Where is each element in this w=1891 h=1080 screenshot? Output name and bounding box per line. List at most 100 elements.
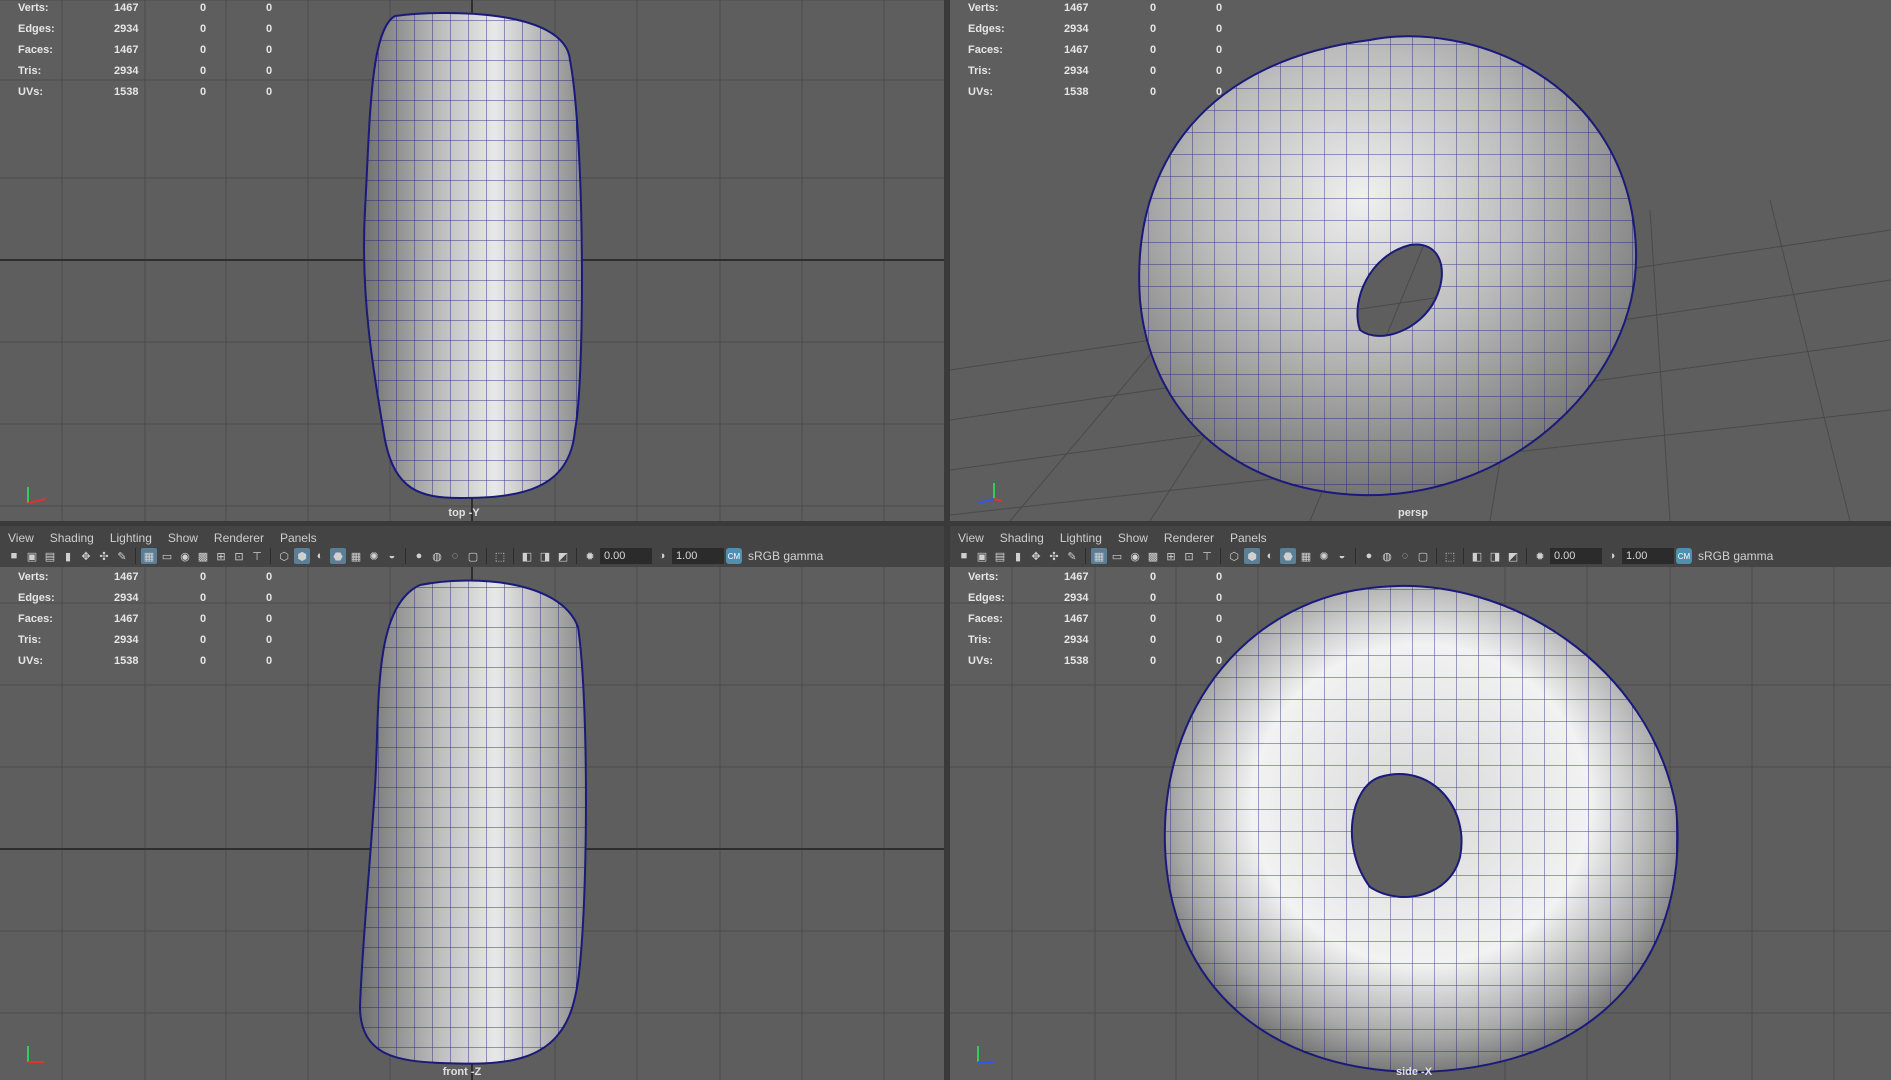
isolate-select-icon[interactable]: ⬚ xyxy=(492,548,508,564)
film-gate-icon[interactable]: ▭ xyxy=(1109,548,1125,564)
toolbar-separator xyxy=(135,548,136,564)
bookmark-camera-icon[interactable]: ▤ xyxy=(42,548,58,564)
gate-mask-icon[interactable]: ▩ xyxy=(1145,548,1161,564)
menu-panels[interactable]: Panels xyxy=(1222,531,1275,545)
xray-icon[interactable]: ◧ xyxy=(1469,548,1485,564)
lights-icon[interactable]: ✺ xyxy=(1316,548,1332,564)
film-gate-icon[interactable]: ▭ xyxy=(159,548,175,564)
motion-blur-icon[interactable]: ◍ xyxy=(1379,548,1395,564)
grease-pencil-icon[interactable]: ✎ xyxy=(1064,548,1080,564)
grid-icon[interactable]: ▦ xyxy=(1091,548,1107,564)
xray-icon[interactable]: ◧ xyxy=(519,548,535,564)
exposure-icon[interactable]: ✹ xyxy=(1532,548,1548,564)
smooth-shade-icon[interactable]: ⬢ xyxy=(1244,548,1260,564)
pan-icon[interactable]: ✥ xyxy=(78,548,94,564)
panel-divider-vertical[interactable] xyxy=(944,0,950,1080)
camera-label-front: front -Z xyxy=(442,1066,482,1078)
view-transform-select[interactable]: sRGB gamma xyxy=(748,549,823,563)
safe-action-icon[interactable]: ⊡ xyxy=(1181,548,1197,564)
view-transform-select[interactable]: sRGB gamma xyxy=(1698,549,1773,563)
xray-components-icon[interactable]: ◩ xyxy=(1505,548,1521,564)
xray-joints-icon[interactable]: ◨ xyxy=(1487,548,1503,564)
toolbar-separator xyxy=(1220,548,1221,564)
viewport-persp[interactable]: Verts: 1467 0 0 Edges: 2934 0 0 Faces: 1467 0 0 T… xyxy=(950,0,1891,521)
camera-attr-icon[interactable]: ▣ xyxy=(24,548,40,564)
wireframe-on-shaded-icon[interactable]: ⬣ xyxy=(1280,548,1296,564)
field-chart-icon[interactable]: ⊞ xyxy=(213,548,229,564)
grease-pencil-icon[interactable]: ✎ xyxy=(114,548,130,564)
anti-aliasing-icon[interactable]: ◌ xyxy=(1397,548,1413,564)
exposure-icon[interactable]: ✹ xyxy=(582,548,598,564)
exposure-field[interactable]: 0.00 xyxy=(600,548,652,564)
hud-row-uvs: UVs: 1538 0 0 xyxy=(968,655,1223,667)
toolbar-separator xyxy=(1085,548,1086,564)
shadows-icon[interactable]: ◒ xyxy=(1334,548,1350,564)
screen-space-ao-icon[interactable]: ● xyxy=(1361,548,1377,564)
color-management-icon[interactable]: CM xyxy=(1676,548,1692,564)
menu-shading[interactable]: Shading xyxy=(42,531,102,545)
resolution-gate-icon[interactable]: ◉ xyxy=(177,548,193,564)
camera-icon[interactable]: ■ xyxy=(6,548,22,564)
smooth-shade-icon[interactable]: ⬢ xyxy=(294,548,310,564)
xray-components-icon[interactable]: ◩ xyxy=(555,548,571,564)
textured-icon[interactable]: ▦ xyxy=(1298,548,1314,564)
gamma-icon[interactable]: ◑ xyxy=(1604,548,1620,564)
lights-icon[interactable]: ✺ xyxy=(366,548,382,564)
viewport-top[interactable]: Verts: 1467 0 0 Edges: 2934 0 0 Faces: 1467 0 0 T… xyxy=(0,0,944,521)
menu-show[interactable]: Show xyxy=(1110,531,1156,545)
wireframe-on-shaded-icon[interactable]: ⬣ xyxy=(330,548,346,564)
menu-lighting[interactable]: Lighting xyxy=(102,531,160,545)
viewport-side[interactable]: Verts: 1467 0 0 Edges: 2934 0 0 Faces: 1467 0 0 T… xyxy=(950,567,1891,1080)
viewport-front[interactable]: Verts: 1467 0 0 Edges: 2934 0 0 Faces: 1467 0 0 T… xyxy=(0,567,944,1080)
motion-blur-icon[interactable]: ◍ xyxy=(429,548,445,564)
menu-shading[interactable]: Shading xyxy=(992,531,1052,545)
safe-title-icon[interactable]: ⊤ xyxy=(249,548,265,564)
default-material-icon[interactable]: ◐ xyxy=(1262,548,1278,564)
camera-label-side: side -X xyxy=(1395,1066,1433,1078)
menu-renderer[interactable]: Renderer xyxy=(1156,531,1222,545)
menu-view[interactable]: View xyxy=(0,531,42,545)
wireframe-icon[interactable]: ⬡ xyxy=(276,548,292,564)
resolution-gate-icon[interactable]: ◉ xyxy=(1127,548,1143,564)
screen-space-ao-icon[interactable]: ● xyxy=(411,548,427,564)
color-management-icon[interactable]: CM xyxy=(726,548,742,564)
bookmark-icon[interactable]: ▮ xyxy=(1010,548,1026,564)
anti-aliasing-icon[interactable]: ◌ xyxy=(447,548,463,564)
menu-panels[interactable]: Panels xyxy=(272,531,325,545)
pan-icon[interactable]: ✥ xyxy=(1028,548,1044,564)
shadows-icon[interactable]: ◒ xyxy=(384,548,400,564)
field-chart-icon[interactable]: ⊞ xyxy=(1163,548,1179,564)
axis-gizmo-icon xyxy=(977,1046,994,1063)
safe-action-icon[interactable]: ⊡ xyxy=(231,548,247,564)
gate-mask-icon[interactable]: ▩ xyxy=(195,548,211,564)
default-material-icon[interactable]: ◐ xyxy=(312,548,328,564)
safe-title-icon[interactable]: ⊤ xyxy=(1199,548,1215,564)
panel-divider-horizontal[interactable] xyxy=(0,521,1891,526)
camera-icon[interactable]: ■ xyxy=(956,548,972,564)
depth-of-field-icon[interactable]: ▢ xyxy=(465,548,481,564)
bookmark-icon[interactable]: ▮ xyxy=(60,548,76,564)
poly-count-hud-front: Verts: 1467 0 0 Edges: 2934 0 0 Faces: 1467 0 0 T… xyxy=(18,567,318,672)
wireframe-icon[interactable]: ⬡ xyxy=(1226,548,1242,564)
gamma-icon[interactable]: ◑ xyxy=(654,548,670,564)
hud-row-verts: Verts: 1467 0 0 xyxy=(968,2,1223,14)
zoom-icon[interactable]: ✣ xyxy=(96,548,112,564)
isolate-select-icon[interactable]: ⬚ xyxy=(1442,548,1458,564)
menu-show[interactable]: Show xyxy=(160,531,206,545)
gamma-field[interactable]: 1.00 xyxy=(672,548,724,564)
camera-attr-icon[interactable]: ▣ xyxy=(974,548,990,564)
grid-icon[interactable]: ▦ xyxy=(141,548,157,564)
exposure-field[interactable]: 0.00 xyxy=(1550,548,1602,564)
toolbar-separator xyxy=(1355,548,1356,564)
hud-row-faces: Faces: 1467 0 0 xyxy=(968,613,1223,625)
menu-renderer[interactable]: Renderer xyxy=(206,531,272,545)
menu-view[interactable]: View xyxy=(950,531,992,545)
xray-joints-icon[interactable]: ◨ xyxy=(537,548,553,564)
textured-icon[interactable]: ▦ xyxy=(348,548,364,564)
gamma-field[interactable]: 1.00 xyxy=(1622,548,1674,564)
toolbar-separator xyxy=(486,548,487,564)
bookmark-camera-icon[interactable]: ▤ xyxy=(992,548,1008,564)
zoom-icon[interactable]: ✣ xyxy=(1046,548,1062,564)
menu-lighting[interactable]: Lighting xyxy=(1052,531,1110,545)
depth-of-field-icon[interactable]: ▢ xyxy=(1415,548,1431,564)
